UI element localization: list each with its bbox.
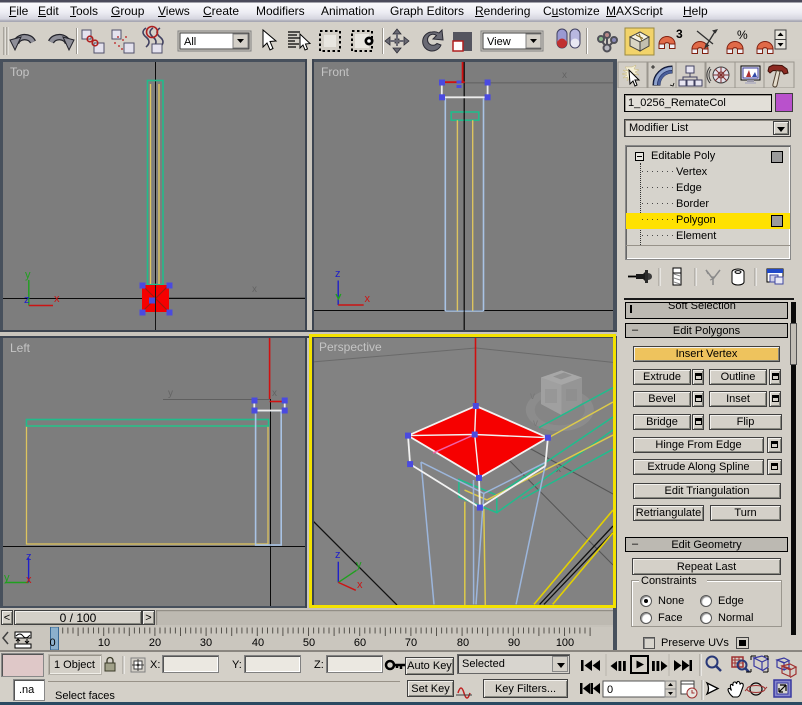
svg-text:z: z [26, 551, 32, 563]
svg-text:y: y [168, 388, 173, 399]
svg-text:30: 30 [200, 637, 212, 649]
svg-text:80: 80 [457, 637, 469, 649]
svg-text:z: z [24, 294, 30, 306]
svg-text:40: 40 [252, 637, 264, 649]
svg-text:x: x [562, 70, 567, 81]
svg-text:x: x [272, 388, 277, 399]
svg-text:10: 10 [98, 637, 110, 649]
svg-text:0: 0 [607, 684, 613, 696]
svg-text:70: 70 [405, 637, 417, 649]
svg-text:x: x [26, 574, 32, 586]
svg-text:x: x [54, 293, 60, 305]
svg-text:y: y [25, 269, 31, 281]
svg-text:90: 90 [508, 637, 520, 649]
svg-text:z: z [335, 268, 341, 280]
svg-text:x: x [252, 284, 257, 295]
svg-text:View: View [487, 36, 511, 48]
svg-text:All: All [184, 36, 196, 48]
svg-text:60: 60 [354, 637, 366, 649]
svg-text:50: 50 [303, 637, 315, 649]
svg-text:%: % [737, 28, 748, 42]
svg-text:y: y [4, 572, 10, 584]
svg-text:0: 0 [49, 637, 55, 649]
svg-text:100: 100 [556, 637, 574, 649]
svg-text:x: x [365, 293, 371, 305]
svg-text:20: 20 [149, 637, 161, 649]
svg-text:3: 3 [676, 27, 683, 41]
